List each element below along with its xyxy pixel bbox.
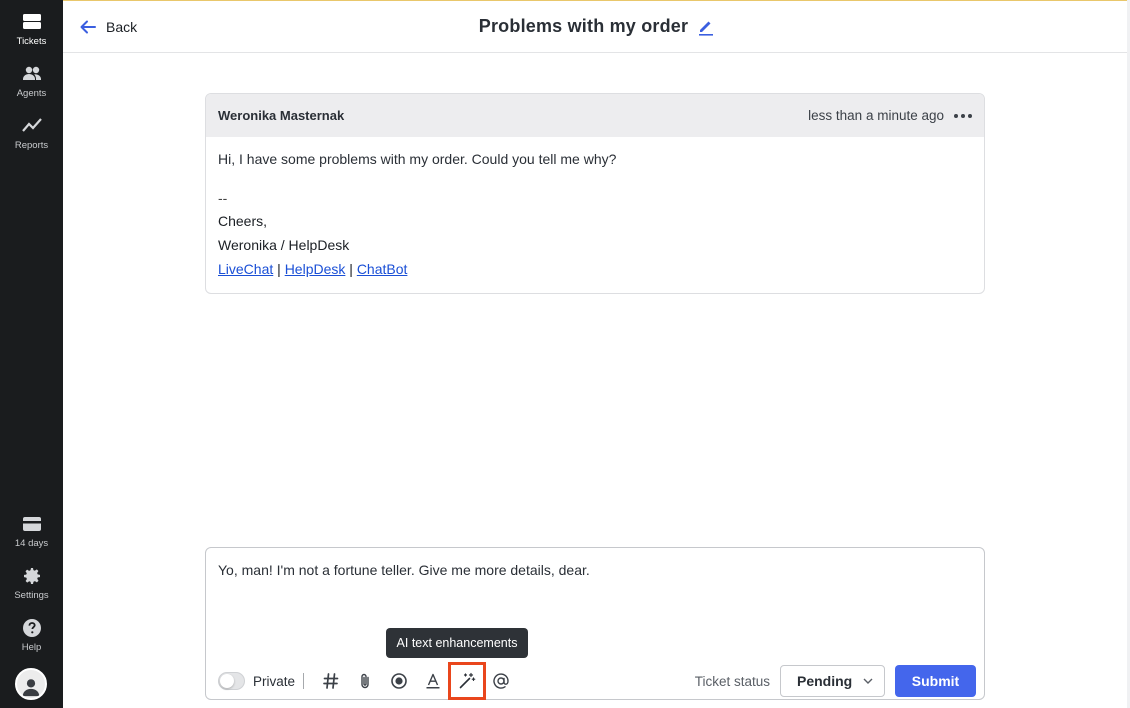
reply-input[interactable]: Yo, man! I'm not a fortune teller. Give … bbox=[218, 562, 590, 578]
avatar[interactable] bbox=[15, 668, 47, 700]
nav-label: Settings bbox=[14, 590, 49, 601]
message-meta: less than a minute ago bbox=[808, 107, 972, 125]
divider bbox=[303, 673, 305, 689]
signature-sender: Weronika / HelpDesk bbox=[218, 237, 350, 253]
message-author: Weronika Masternak bbox=[218, 108, 345, 123]
private-label: Private bbox=[253, 673, 296, 689]
hashtag-icon bbox=[323, 673, 339, 689]
record-icon bbox=[391, 673, 407, 689]
nav-label: Tickets bbox=[16, 36, 47, 47]
mention-button[interactable] bbox=[484, 664, 518, 698]
nav-item-tickets[interactable]: Tickets bbox=[0, 12, 63, 47]
navigation-rail: Tickets Agents Reports 14 days Settings … bbox=[0, 0, 63, 708]
nav-item-trial[interactable]: 14 days bbox=[0, 514, 63, 549]
text-format-button[interactable] bbox=[416, 664, 450, 698]
chevron-down-icon bbox=[863, 678, 873, 684]
attach-button[interactable] bbox=[348, 664, 382, 698]
link-separator: | bbox=[345, 261, 357, 277]
link-helpdesk[interactable]: HelpDesk bbox=[285, 261, 346, 277]
nav-label: Help bbox=[21, 642, 42, 653]
user-icon bbox=[22, 679, 40, 697]
nav-item-help[interactable]: Help bbox=[0, 618, 63, 653]
nav-label: Reports bbox=[14, 140, 49, 151]
status-value: Pending bbox=[797, 673, 853, 689]
private-toggle[interactable] bbox=[218, 672, 245, 690]
trial-card-icon bbox=[22, 517, 41, 531]
ai-enhance-tooltip: AI text enhancements bbox=[386, 628, 528, 658]
message-signature: -- Cheers, Weronika / HelpDesk LiveChat … bbox=[218, 191, 972, 281]
link-livechat[interactable]: LiveChat bbox=[218, 261, 273, 277]
nav-item-agents[interactable]: Agents bbox=[0, 64, 63, 99]
dot bbox=[961, 113, 965, 118]
message-card: Weronika Masternak less than a minute ag… bbox=[205, 93, 985, 294]
nav-item-settings[interactable]: Settings bbox=[0, 566, 63, 601]
reports-icon bbox=[21, 118, 42, 132]
message-body: Hi, I have some problems with my order. … bbox=[206, 137, 984, 293]
pencil-icon[interactable] bbox=[698, 18, 714, 36]
magic-wand-icon bbox=[459, 672, 476, 689]
link-separator: | bbox=[273, 261, 285, 277]
tickets-icon bbox=[22, 14, 41, 29]
submit-button[interactable]: Submit bbox=[895, 665, 976, 697]
nav-label: Agents bbox=[16, 88, 47, 99]
agents-icon bbox=[22, 66, 41, 80]
message-time: less than a minute ago bbox=[808, 108, 944, 123]
page-title: Problems with my order bbox=[478, 16, 689, 36]
signature-links: LiveChat | HelpDesk | ChatBot bbox=[218, 257, 972, 281]
more-options-button[interactable] bbox=[954, 107, 972, 125]
ticket-status-label: Ticket status bbox=[694, 673, 770, 689]
dot bbox=[954, 113, 958, 118]
text-format-icon bbox=[426, 673, 440, 689]
paperclip-icon bbox=[361, 673, 369, 689]
mention-icon bbox=[493, 673, 509, 689]
title-area: Problems with my order bbox=[63, 16, 1130, 37]
signature-dash: -- bbox=[218, 190, 228, 206]
help-icon bbox=[22, 619, 41, 637]
reply-composer[interactable]: Yo, man! I'm not a fortune teller. Give … bbox=[205, 547, 985, 700]
dot bbox=[968, 113, 972, 118]
composer-toolbar: Private Ticket status Pending Submit bbox=[218, 662, 976, 700]
ai-enhance-button[interactable] bbox=[448, 662, 487, 700]
nav-label: 14 days bbox=[14, 538, 49, 549]
ticket-status-select[interactable]: Pending bbox=[780, 665, 885, 697]
gear-icon bbox=[23, 568, 40, 584]
top-bar: Back Problems with my order bbox=[63, 0, 1130, 53]
hashtag-button[interactable] bbox=[314, 664, 348, 698]
record-button[interactable] bbox=[382, 664, 416, 698]
message-text: Hi, I have some problems with my order. … bbox=[218, 151, 617, 167]
signature-greeting: Cheers, bbox=[218, 213, 268, 229]
message-header: Weronika Masternak less than a minute ag… bbox=[206, 94, 984, 137]
nav-item-reports[interactable]: Reports bbox=[0, 116, 63, 151]
link-chatbot[interactable]: ChatBot bbox=[357, 261, 408, 277]
